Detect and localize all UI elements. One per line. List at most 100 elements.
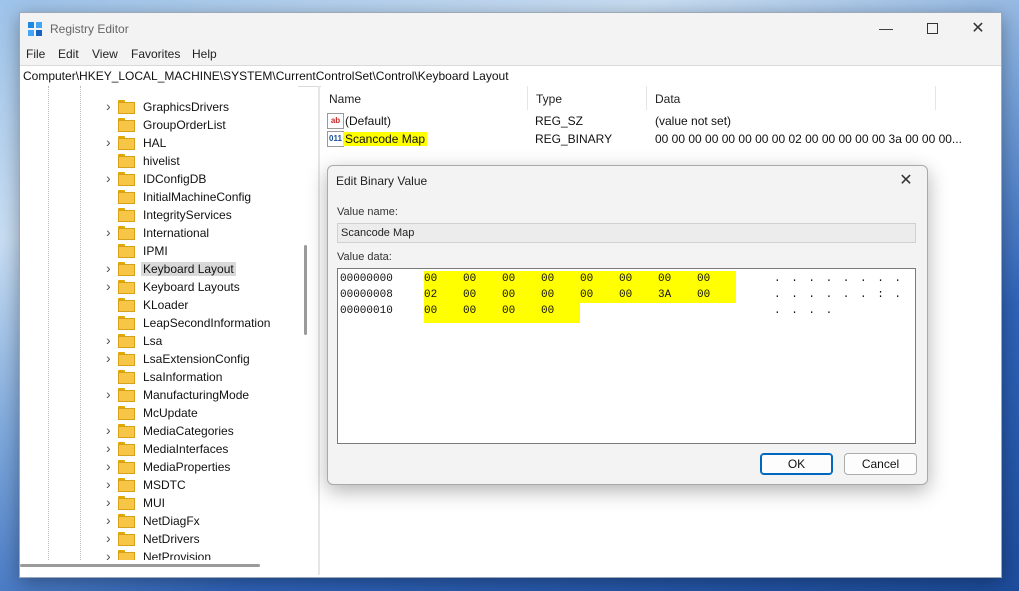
value-row-scancode-map[interactable]: 011 Scancode Map REG_BINARY 00 00 00 00 …	[321, 130, 1001, 148]
chevron-right-icon[interactable]: ›	[106, 134, 116, 146]
hex-byte[interactable]: 00	[541, 287, 580, 303]
hex-byte[interactable]: 00	[502, 287, 541, 303]
tree-node[interactable]: ›NetProvision	[106, 548, 296, 560]
tree-node[interactable]: ›MUI	[106, 494, 296, 512]
tree-node[interactable]: ›MSDTC	[106, 476, 296, 494]
folder-icon	[118, 442, 136, 456]
tree-node[interactable]: LeapSecondInformation	[106, 314, 296, 332]
hex-row[interactable]: 000000080200000000003A00. . . . . . : .	[340, 287, 910, 303]
folder-icon	[118, 154, 136, 168]
maximize-button[interactable]	[909, 13, 955, 43]
chevron-right-icon[interactable]: ›	[106, 512, 116, 524]
close-button[interactable]: ✕	[955, 13, 1001, 43]
tree-node[interactable]: ›ManufacturingMode	[106, 386, 296, 404]
hex-byte[interactable]: 00	[658, 271, 697, 287]
chevron-right-icon[interactable]: ›	[106, 386, 116, 398]
hex-byte[interactable]: 00	[424, 271, 463, 287]
cancel-button[interactable]: Cancel	[844, 453, 917, 475]
value-row-default[interactable]: ab (Default) REG_SZ (value not set)	[321, 112, 1001, 130]
tree-node[interactable]: ›Lsa	[106, 332, 296, 350]
hex-byte[interactable]: 00	[463, 271, 502, 287]
tree-node[interactable]: ›Keyboard Layouts	[106, 278, 296, 296]
string-value-icon: ab	[327, 113, 344, 129]
tree-node[interactable]: ›NetDrivers	[106, 530, 296, 548]
tree-node[interactable]: IPMI	[106, 242, 296, 260]
tree-node[interactable]: ›MediaInterfaces	[106, 440, 296, 458]
column-header-name[interactable]: Name	[321, 86, 528, 110]
ok-button[interactable]: OK	[760, 453, 833, 475]
hex-byte[interactable]: 00	[619, 287, 658, 303]
pane-splitter[interactable]	[318, 86, 320, 575]
hex-byte[interactable]: 00	[697, 287, 736, 303]
tree-node[interactable]: LsaInformation	[106, 368, 296, 386]
key-tree[interactable]: ›GraphicsDriversGroupOrderList›HALhiveli…	[20, 86, 298, 560]
hex-row[interactable]: 0000001000000000. . . .	[340, 303, 910, 319]
hex-byte[interactable]: 00	[580, 287, 619, 303]
tree-node[interactable]: ›HAL	[106, 134, 296, 152]
chevron-right-icon[interactable]: ›	[106, 548, 116, 560]
hex-byte[interactable]: 00	[463, 287, 502, 303]
chevron-right-icon[interactable]: ›	[106, 278, 116, 290]
hex-byte[interactable]: 00	[463, 303, 502, 323]
tree-node[interactable]: hivelist	[106, 152, 296, 170]
dialog-close-button[interactable]: ✕	[891, 169, 921, 193]
address-path[interactable]: Computer\HKEY_LOCAL_MACHINE\SYSTEM\Curre…	[23, 69, 509, 83]
chevron-right-icon[interactable]: ›	[106, 458, 116, 470]
hex-row[interactable]: 000000000000000000000000. . . . . . . .	[340, 271, 910, 287]
chevron-right-icon[interactable]: ›	[106, 422, 116, 434]
column-header-data[interactable]: Data	[647, 86, 936, 110]
chevron-right-icon[interactable]: ›	[106, 530, 116, 542]
hex-byte[interactable]: 00	[424, 303, 463, 323]
chevron-right-icon[interactable]: ›	[106, 494, 116, 506]
menu-file[interactable]: File	[26, 47, 45, 61]
tree-node-label: MediaCategories	[141, 424, 236, 438]
menu-view[interactable]: View	[92, 47, 118, 61]
hex-byte[interactable]: 00	[541, 303, 580, 323]
hex-byte[interactable]: 3A	[658, 287, 697, 303]
tree-node[interactable]: ›International	[106, 224, 296, 242]
tree-node[interactable]: ›NetDiagFx	[106, 512, 296, 530]
value-data-label: Value data:	[337, 251, 392, 263]
hex-editor[interactable]: 000000000000000000000000. . . . . . . .0…	[337, 268, 916, 444]
tree-node[interactable]: KLoader	[106, 296, 296, 314]
tree-node[interactable]: ›GraphicsDrivers	[106, 98, 296, 116]
tree-node[interactable]: ›LsaExtensionConfig	[106, 350, 296, 368]
tree-node[interactable]: ›IDConfigDB	[106, 170, 296, 188]
menu-edit[interactable]: Edit	[58, 47, 79, 61]
chevron-right-icon[interactable]: ›	[106, 332, 116, 344]
minimize-button[interactable]: —	[863, 13, 909, 43]
hex-byte[interactable]: 00	[502, 271, 541, 287]
hex-byte[interactable]: 00	[502, 303, 541, 323]
chevron-right-icon[interactable]: ›	[106, 224, 116, 236]
tree-vertical-scrollbar[interactable]	[304, 245, 307, 335]
hex-byte[interactable]: 00	[580, 271, 619, 287]
chevron-right-icon[interactable]: ›	[106, 350, 116, 362]
tree-node-label: LeapSecondInformation	[141, 316, 272, 330]
hex-byte[interactable]: 00	[541, 271, 580, 287]
tree-node[interactable]: GroupOrderList	[106, 116, 296, 134]
tree-horizontal-scrollbar[interactable]	[20, 564, 260, 567]
tree-node[interactable]: McUpdate	[106, 404, 296, 422]
hex-byte[interactable]: 00	[697, 271, 736, 287]
chevron-right-icon[interactable]: ›	[106, 440, 116, 452]
chevron-right-icon[interactable]: ›	[106, 98, 116, 110]
chevron-right-icon[interactable]: ›	[106, 170, 116, 182]
tree-node[interactable]: InitialMachineConfig	[106, 188, 296, 206]
folder-icon	[118, 424, 136, 438]
title-bar[interactable]: Registry Editor — ✕	[20, 13, 1001, 45]
chevron-right-icon[interactable]: ›	[106, 260, 116, 272]
tree-node[interactable]: ›MediaProperties	[106, 458, 296, 476]
tree-node[interactable]: IntegrityServices	[106, 206, 296, 224]
folder-icon	[118, 550, 136, 560]
menu-favorites[interactable]: Favorites	[131, 47, 180, 61]
chevron-right-icon[interactable]: ›	[106, 476, 116, 488]
hex-byte[interactable]: 02	[424, 287, 463, 303]
tree-node-label: IntegrityServices	[141, 208, 234, 222]
address-bar[interactable]: Computer\HKEY_LOCAL_MACHINE\SYSTEM\Curre…	[20, 65, 1001, 87]
menu-help[interactable]: Help	[192, 47, 217, 61]
column-header-type[interactable]: Type	[528, 86, 647, 110]
hex-byte[interactable]: 00	[619, 271, 658, 287]
folder-icon	[118, 352, 136, 366]
tree-node[interactable]: › MediaCategories	[106, 422, 296, 440]
tree-node[interactable]: ›Keyboard Layout	[106, 260, 296, 278]
